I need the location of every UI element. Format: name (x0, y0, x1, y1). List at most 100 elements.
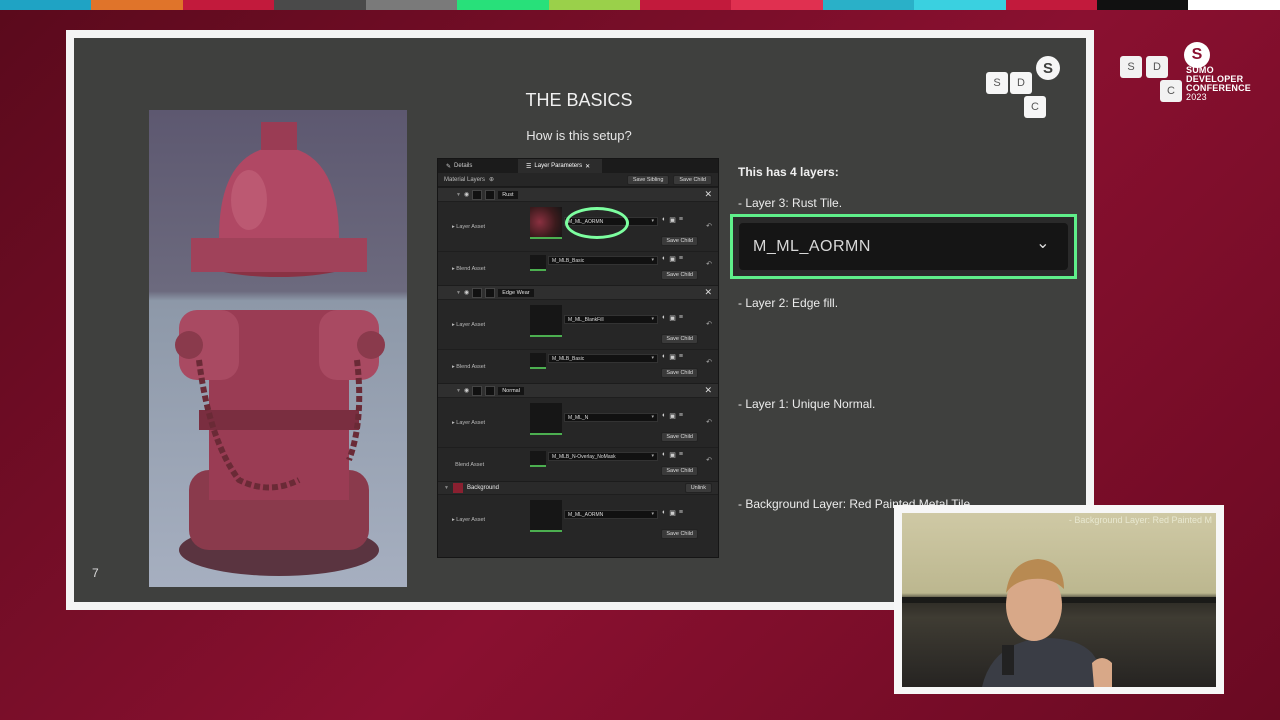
save-child-button[interactable]: Save Child (661, 236, 698, 246)
background-layer-header[interactable]: ▼ Background Unlink (438, 481, 718, 494)
layer-toggle[interactable] (472, 189, 483, 200)
layer-asset-combo[interactable]: M_ML_AORMN ▾ (564, 510, 658, 519)
reset-icon[interactable]: ↶ (706, 260, 712, 268)
layer-name[interactable]: Rust (498, 190, 518, 199)
filter-icon[interactable]: ≡ (679, 412, 683, 420)
filter-icon[interactable]: ≡ (679, 353, 683, 361)
close-icon[interactable]: ✕ (585, 163, 590, 170)
asset-thumbnail[interactable] (530, 403, 562, 435)
filter-icon[interactable]: ≡ (679, 255, 683, 263)
slide-title: THE BASICS (525, 90, 633, 110)
remove-layer-icon[interactable]: ✕ (704, 385, 712, 396)
layer-asset-combo[interactable]: M_ML_BlankFill ▾ (564, 315, 658, 324)
asset-thumbnail[interactable] (530, 305, 562, 337)
material-layers-toolbar: Material Layers ⊕ Save Sibling Save Chil… (438, 173, 718, 187)
conference-brand: S D C S SUMO DEVELOPER CONFERENCE 2023 (1120, 42, 1260, 108)
note-layer-1: - Layer 1: Unique Normal. (738, 397, 876, 411)
save-child-button[interactable]: Save Child (661, 432, 698, 442)
note-layer-3: - Layer 3: Rust Tile. (738, 196, 843, 210)
folder-icon[interactable]: ▣ (669, 216, 676, 224)
layer-header-rust[interactable]: ▼ ◉ Rust ✕ (438, 187, 718, 201)
eye-icon[interactable]: ◉ (464, 289, 469, 296)
asset-thumbnail[interactable] (530, 255, 546, 271)
save-sibling-button[interactable]: Save Sibling (626, 174, 670, 185)
speaker-silhouette (902, 559, 1216, 687)
layer-name[interactable]: Edge Wear (498, 288, 534, 297)
chevron-down-icon: ▾ (651, 218, 654, 224)
blend-toggle[interactable] (485, 385, 496, 396)
asset-actions: ◐ ▣ ≡ (662, 255, 683, 263)
reset-icon[interactable]: ↶ (706, 418, 712, 426)
filter-icon[interactable]: ≡ (679, 314, 683, 322)
unlink-button[interactable]: Unlink (684, 483, 712, 493)
add-layer-icon[interactable]: ⊕ (489, 176, 494, 183)
layer-asset-row: ▸ Layer Asset M_ML_BlankFill ▾ ◐ ▣ ≡ Save C… (438, 299, 718, 349)
reset-icon[interactable]: ↶ (706, 358, 712, 366)
blend-asset-combo[interactable]: M_MLB_Basic ▾ (548, 256, 658, 265)
browse-icon[interactable]: ◐ (662, 509, 666, 517)
layer-name[interactable]: Normal (498, 386, 524, 395)
logo-key-c: C (1024, 96, 1046, 118)
panel-tabs: ✎ Details ☰ Layer Parameters ✕ (438, 159, 718, 173)
filter-icon[interactable]: ≡ (679, 509, 683, 517)
brand-key-s: S (1120, 56, 1142, 78)
highlight-circle (565, 207, 629, 239)
asset-thumbnail[interactable] (530, 207, 562, 239)
save-child-button[interactable]: Save Child (661, 529, 698, 539)
browse-icon[interactable]: ◐ (662, 255, 666, 263)
filter-icon[interactable]: ≡ (679, 451, 683, 459)
layer-asset-row: ▸ Layer Asset M_ML_AORMN ▾ ◐ ▣ ≡ Save Child (438, 494, 718, 544)
save-child-button[interactable]: Save Child (661, 466, 698, 476)
filter-icon[interactable]: ≡ (679, 216, 683, 224)
blend-asset-combo[interactable]: M_MLB_N-Overlay_NoMask ▾ (548, 452, 658, 461)
browse-icon[interactable]: ◐ (662, 314, 666, 322)
blend-asset-combo[interactable]: M_MLB_Basic ▾ (548, 354, 658, 363)
eye-icon[interactable]: ◉ (464, 191, 469, 198)
asset-actions: ◐ ▣ ≡ (662, 216, 683, 224)
save-child-button[interactable]: Save Child (661, 334, 698, 344)
brand-key-d: D (1146, 56, 1168, 78)
folder-icon[interactable]: ▣ (669, 451, 676, 459)
browse-icon[interactable]: ◐ (662, 451, 666, 459)
layer-toggle[interactable] (472, 287, 483, 298)
zoomed-asset-combo: M_ML_AORMN ⌄ (739, 223, 1068, 270)
browse-icon[interactable]: ◐ (662, 412, 666, 420)
slide-subtitle: How is this setup? (526, 128, 632, 143)
reset-icon[interactable]: ↶ (706, 320, 712, 328)
asset-thumbnail[interactable] (530, 353, 546, 369)
remove-layer-icon[interactable]: ✕ (704, 189, 712, 200)
reset-icon[interactable]: ↶ (706, 456, 712, 464)
collapse-icon[interactable]: ▼ (444, 485, 449, 491)
folder-icon[interactable]: ▣ (669, 314, 676, 322)
folder-icon[interactable]: ▣ (669, 255, 676, 263)
asset-thumbnail[interactable] (530, 500, 562, 532)
folder-icon[interactable]: ▣ (669, 509, 676, 517)
save-child-button[interactable]: Save Child (661, 270, 698, 280)
collapse-icon[interactable]: ▼ (456, 290, 461, 296)
folder-icon[interactable]: ▣ (669, 353, 676, 361)
asset-thumbnail[interactable] (530, 451, 546, 467)
folder-icon[interactable]: ▣ (669, 412, 676, 420)
top-color-strip (0, 0, 1280, 10)
tab-details[interactable]: ✎ Details (438, 159, 480, 173)
browse-icon[interactable]: ◐ (662, 216, 666, 224)
save-child-button[interactable]: Save Child (673, 174, 712, 185)
browse-icon[interactable]: ◐ (662, 353, 666, 361)
eye-icon[interactable]: ◉ (464, 387, 469, 394)
layer-header-normal[interactable]: ▼ ◉ Normal ✕ (438, 383, 718, 397)
layer-header-edge-wear[interactable]: ▼ ◉ Edge Wear ✕ (438, 285, 718, 299)
blend-asset-row: ▸ Blend Asset M_MLB_Basic ▾ ◐ ▣ ≡ Save Chil… (438, 349, 718, 383)
tab-layer-parameters[interactable]: ☰ Layer Parameters ✕ (518, 159, 602, 173)
save-child-button[interactable]: Save Child (661, 368, 698, 378)
layer-asset-combo[interactable]: M_ML_N ▾ (564, 413, 658, 422)
layer-asset-label: ▸ Layer Asset (452, 321, 486, 328)
layer-toggle[interactable] (472, 385, 483, 396)
pencil-icon: ✎ (446, 163, 452, 170)
remove-layer-icon[interactable]: ✕ (704, 287, 712, 298)
collapse-icon[interactable]: ▼ (456, 192, 461, 198)
blend-toggle[interactable] (485, 287, 496, 298)
reset-icon[interactable]: ↶ (706, 222, 712, 230)
blend-toggle[interactable] (485, 189, 496, 200)
blend-asset-row: Blend Asset M_MLB_N-Overlay_NoMask ▾ ◐ ▣ ≡ … (438, 447, 718, 481)
collapse-icon[interactable]: ▼ (456, 388, 461, 394)
